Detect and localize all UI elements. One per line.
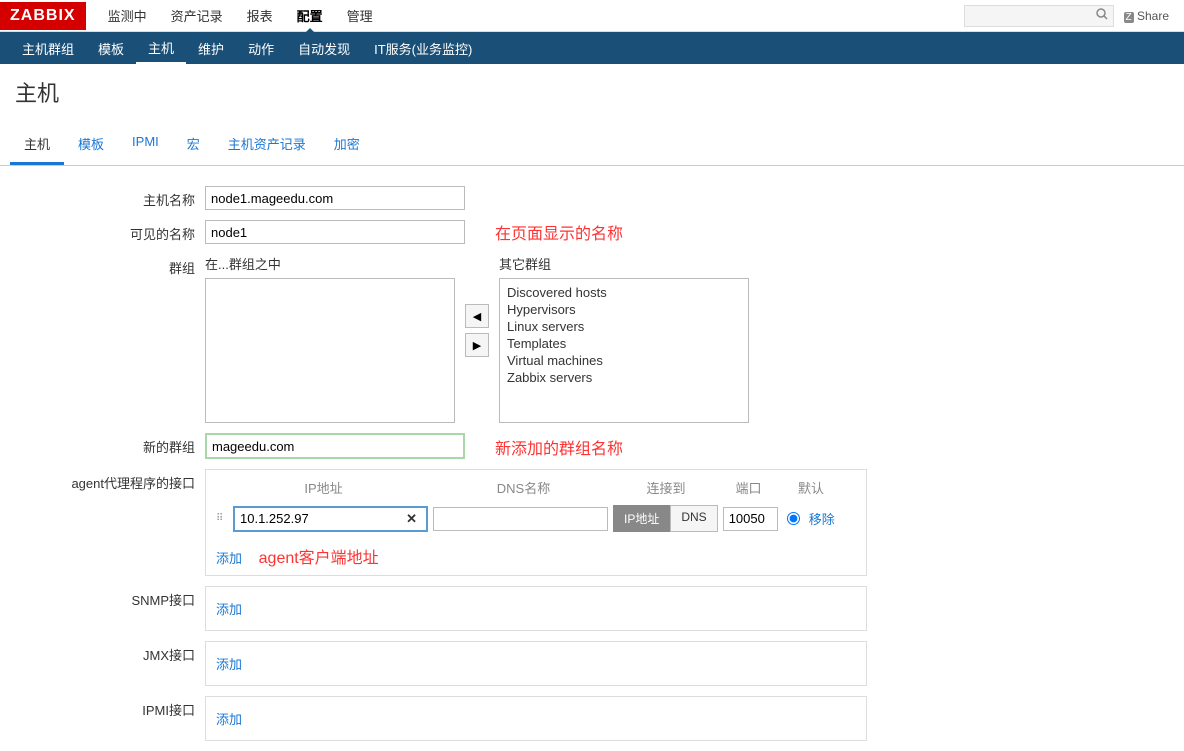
in-groups-listbox[interactable]: [205, 278, 455, 423]
clear-icon[interactable]: ✕: [402, 511, 421, 527]
other-groups-label: 其它群组: [499, 254, 749, 273]
page-title: 主机: [0, 64, 1184, 120]
add-agent-interface-link[interactable]: 添加: [206, 540, 252, 575]
interface-header: IP地址 DNS名称 连接到 端口 默认: [206, 470, 866, 505]
default-radio[interactable]: [787, 512, 800, 525]
header-dns: DNS名称: [431, 478, 616, 497]
group-option[interactable]: Hypervisors: [505, 301, 743, 318]
dns-name-input[interactable]: [433, 507, 608, 531]
host-name-label: 主机名称: [0, 186, 205, 209]
header-default: 默认: [781, 478, 841, 497]
annotation-new-group: 新添加的群组名称: [495, 435, 623, 459]
top-bar: ZABBIX 监测中 资产记录 报表 配置 管理 Z Share: [0, 0, 1184, 32]
other-groups-listbox[interactable]: Discovered hosts Hypervisors Linux serve…: [499, 278, 749, 423]
tab-host[interactable]: 主机: [10, 125, 64, 165]
tab-macros[interactable]: 宏: [173, 125, 214, 165]
group-option[interactable]: Linux servers: [505, 318, 743, 335]
visible-name-label: 可见的名称: [0, 220, 205, 243]
ip-input-wrapper: ✕: [233, 506, 428, 532]
header-ip: IP地址: [216, 478, 431, 497]
jmx-interface-box: 添加: [205, 641, 867, 686]
ipmi-interface-box: 添加: [205, 696, 867, 741]
topnav-reports[interactable]: 报表: [235, 0, 285, 32]
remove-link[interactable]: 移除: [809, 509, 835, 528]
ip-address-input[interactable]: [240, 511, 390, 526]
tab-encryption[interactable]: 加密: [320, 125, 374, 165]
snmp-interface-label: SNMP接口: [0, 586, 205, 609]
brand-logo: ZABBIX: [0, 2, 86, 30]
new-group-label: 新的群组: [0, 433, 205, 456]
host-name-input[interactable]: [205, 186, 465, 210]
ipmi-interface-label: IPMI接口: [0, 696, 205, 719]
tab-templates[interactable]: 模板: [64, 125, 118, 165]
subnav-templates[interactable]: 模板: [86, 32, 136, 65]
group-option[interactable]: Discovered hosts: [505, 284, 743, 301]
group-option[interactable]: Templates: [505, 335, 743, 352]
search-input[interactable]: [964, 5, 1114, 27]
topnav-admin[interactable]: 管理: [335, 0, 385, 32]
add-jmx-interface-link[interactable]: 添加: [206, 642, 252, 685]
subnav-itservices[interactable]: IT服务(业务监控): [362, 32, 484, 65]
tabs-bar: 主机 模板 IPMI 宏 主机资产记录 加密: [0, 125, 1184, 166]
tab-inventory[interactable]: 主机资产记录: [214, 125, 320, 165]
groups-label: 群组: [0, 254, 205, 277]
agent-interface-box: IP地址 DNS名称 连接到 端口 默认 ⠿ ✕ IP地址 DNS: [205, 469, 867, 576]
tab-ipmi[interactable]: IPMI: [118, 125, 173, 165]
new-group-input[interactable]: [205, 433, 465, 459]
in-groups-label: 在...群组之中: [205, 254, 455, 273]
move-left-button[interactable]: ◀: [465, 304, 489, 328]
agent-interface-label: agent代理程序的接口: [0, 469, 205, 492]
snmp-interface-box: 添加: [205, 586, 867, 631]
subnav-hosts[interactable]: 主机: [136, 31, 186, 65]
annotation-visible-name: 在页面显示的名称: [495, 220, 623, 244]
annotation-agent-addr: agent客户端地址: [259, 550, 379, 567]
search-icon: [1096, 8, 1108, 23]
port-input[interactable]: [723, 507, 778, 531]
connect-dns-button[interactable]: DNS: [670, 505, 717, 532]
header-port: 端口: [716, 478, 781, 497]
host-form: 主机名称 可见的名称 在页面显示的名称 群组 在...群组之中 ◀ ▶: [0, 166, 1184, 741]
group-option[interactable]: Zabbix servers: [505, 369, 743, 386]
topnav-monitoring[interactable]: 监测中: [96, 0, 159, 32]
visible-name-input[interactable]: [205, 220, 465, 244]
top-nav: 监测中 资产记录 报表 配置 管理: [96, 0, 964, 32]
subnav-actions[interactable]: 动作: [236, 32, 286, 65]
header-conn: 连接到: [616, 478, 716, 497]
subnav-hostgroups[interactable]: 主机群组: [10, 32, 86, 65]
subnav-discovery[interactable]: 自动发现: [286, 32, 362, 65]
move-right-button[interactable]: ▶: [465, 333, 489, 357]
drag-handle-icon[interactable]: ⠿: [216, 515, 228, 523]
add-ipmi-interface-link[interactable]: 添加: [206, 697, 252, 740]
topnav-inventory[interactable]: 资产记录: [159, 0, 235, 32]
connect-to-toggle: IP地址 DNS: [613, 505, 718, 532]
subnav-maintenance[interactable]: 维护: [186, 32, 236, 65]
topnav-configuration[interactable]: 配置: [285, 0, 335, 32]
sub-nav-bar: 主机群组 模板 主机 维护 动作 自动发现 IT服务(业务监控): [0, 32, 1184, 64]
agent-interface-row: ⠿ ✕ IP地址 DNS 移除: [206, 505, 866, 540]
add-snmp-interface-link[interactable]: 添加: [206, 587, 252, 630]
group-option[interactable]: Virtual machines: [505, 352, 743, 369]
jmx-interface-label: JMX接口: [0, 641, 205, 664]
connect-ip-button[interactable]: IP地址: [613, 505, 670, 532]
share-button[interactable]: Z Share: [1124, 9, 1169, 23]
